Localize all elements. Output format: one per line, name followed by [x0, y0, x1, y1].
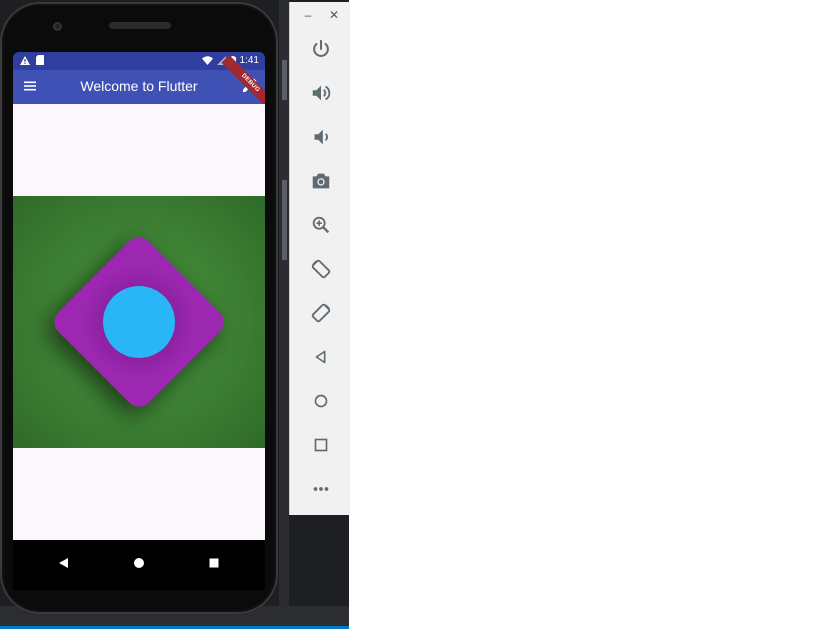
recents-icon[interactable] — [208, 557, 220, 569]
zoom-button[interactable] — [306, 210, 336, 240]
screenshot-button[interactable] — [306, 166, 336, 196]
overview-icon — [314, 438, 328, 452]
power-button[interactable] — [306, 34, 336, 64]
more-button[interactable] — [306, 474, 336, 504]
rotate-right-button[interactable] — [306, 298, 336, 328]
app-bar: Welcome to Flutter DEBUG — [13, 54, 265, 113]
rotate-left-icon — [311, 259, 331, 279]
warning-icon — [20, 55, 30, 65]
phone-screen: 1:41 Welcome to Flutter DEBUG — [13, 52, 265, 590]
home-icon[interactable] — [133, 557, 145, 569]
camera-icon — [312, 173, 330, 189]
volume-down-button[interactable] — [306, 122, 336, 152]
home-button[interactable] — [306, 386, 336, 416]
volume-up-icon — [312, 85, 331, 101]
emulator-toolbar: – ✕ — [289, 2, 350, 515]
front-camera — [53, 22, 62, 31]
overview-button[interactable] — [306, 430, 336, 460]
back-button[interactable] — [306, 342, 336, 372]
status-time: 1:41 — [239, 55, 259, 66]
volume-up-button[interactable] — [306, 78, 336, 108]
more-icon — [313, 487, 329, 491]
home-icon — [314, 394, 328, 408]
green-square — [13, 196, 265, 448]
phone-frame: 1:41 Welcome to Flutter DEBUG — [0, 2, 278, 614]
blue-circle — [103, 286, 175, 358]
close-button[interactable]: ✕ — [327, 8, 341, 22]
volume-down-icon — [314, 129, 328, 145]
minimize-button[interactable]: – — [301, 8, 315, 22]
sd-card-icon — [36, 55, 44, 65]
page-title: Welcome to Flutter — [80, 78, 198, 94]
rotate-right-icon — [311, 303, 331, 323]
back-icon[interactable] — [58, 557, 70, 569]
ide-marker — [282, 60, 287, 100]
ide-marker — [282, 180, 287, 260]
navigation-bar — [13, 540, 265, 590]
zoom-icon — [312, 216, 330, 234]
content-area — [13, 104, 265, 540]
wifi-icon — [201, 56, 213, 65]
back-icon — [315, 350, 326, 364]
rotate-left-button[interactable] — [306, 254, 336, 284]
power-icon — [313, 39, 329, 57]
earpiece — [109, 22, 171, 29]
